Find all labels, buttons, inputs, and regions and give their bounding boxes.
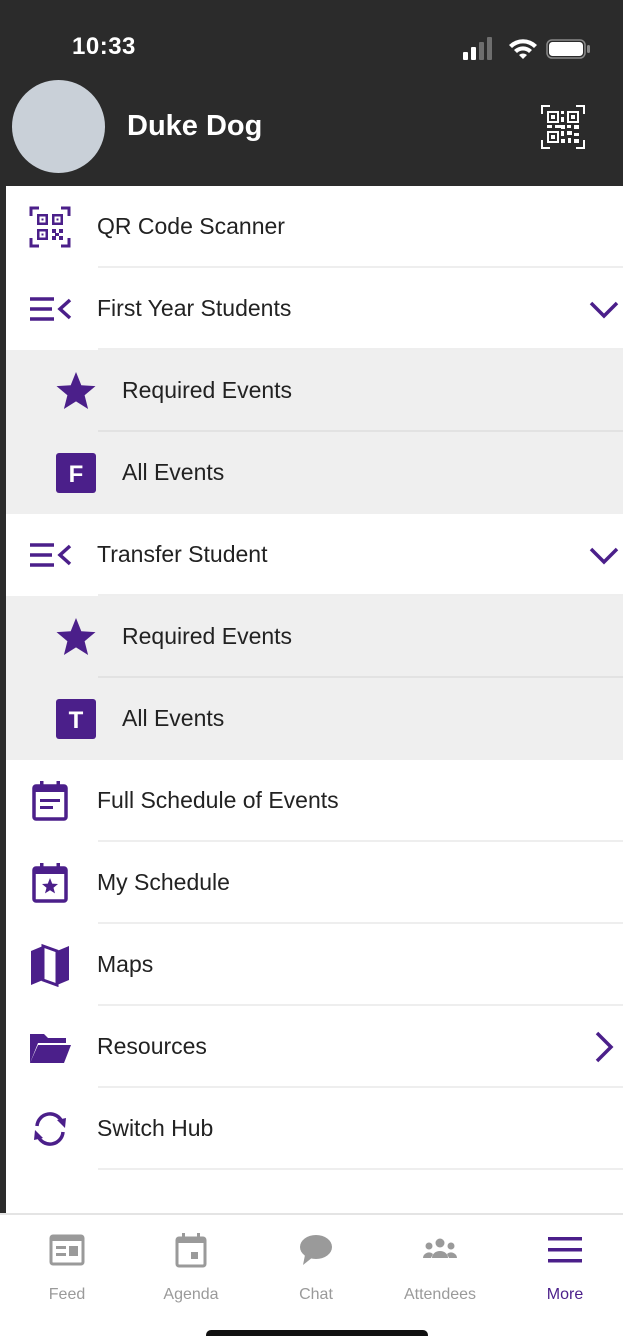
wifi-icon [509,39,537,59]
submenu-item-first-year-all[interactable]: F All Events [6,432,623,514]
chevron-right-icon[interactable] [587,1030,621,1064]
avatar[interactable] [12,80,105,173]
tab-label: Attendees [403,1286,477,1303]
submenu-item-transfer-required[interactable]: Required Events [6,596,623,678]
menu-group-transfer[interactable]: Transfer Student [6,514,623,596]
divider [98,1168,623,1170]
tab-label: Feed [48,1286,86,1303]
user-name: Duke Dog [127,110,263,142]
star-icon [52,367,100,415]
qr-scanner-icon [26,203,74,251]
collapse-menu-icon [26,531,74,579]
tab-more[interactable]: More [510,1225,620,1305]
badge-letter: F [69,461,84,488]
tab-label: Agenda [163,1286,219,1303]
tab-chat[interactable]: Chat [261,1225,371,1305]
app-screen: 10:33 Duke Dog QR Code Scanner First Yea… [0,0,623,1336]
letter-badge-icon: T [52,695,100,743]
tab-label: More [546,1286,584,1303]
cellular-signal-icon [463,37,492,60]
menu-group-first-year[interactable]: First Year Students [6,268,623,350]
profile-header: 10:33 Duke Dog [0,0,623,186]
newspaper-icon [49,1234,85,1266]
submenu-item-label: All Events [122,458,225,485]
people-icon [423,1238,457,1258]
qr-code-icon[interactable] [540,104,586,150]
menu-item-switch-hub[interactable]: Switch Hub [6,1088,623,1170]
submenu-item-transfer-all[interactable]: T All Events [6,678,623,760]
tab-agenda[interactable]: Agenda [136,1225,246,1305]
more-menu: QR Code Scanner First Year Students Requ… [6,186,623,1170]
tab-attendees[interactable]: Attendees [385,1225,495,1305]
collapse-menu-icon [26,285,74,333]
submenu-item-first-year-required[interactable]: Required Events [6,350,623,432]
folder-icon [26,1023,74,1071]
letter-badge-icon: F [52,449,100,497]
submenu-item-label: Required Events [122,376,293,403]
menu-item-label: First Year Students [97,294,292,321]
chevron-down-icon[interactable] [587,538,621,572]
status-icons [463,37,590,60]
map-icon [26,941,74,989]
menu-item-label: QR Code Scanner [97,212,285,239]
menu-item-full-schedule[interactable]: Full Schedule of Events [6,760,623,842]
tab-feed[interactable]: Feed [12,1225,122,1305]
chevron-down-icon[interactable] [587,292,621,326]
menu-item-my-schedule[interactable]: My Schedule [6,842,623,924]
battery-icon [546,39,590,59]
home-indicator[interactable] [206,1330,428,1336]
calendar-icon [175,1233,207,1268]
menu-item-label: Transfer Student [97,540,268,567]
calendar-star-icon [26,859,74,907]
status-time: 10:33 [72,33,136,60]
submenu-item-label: All Events [122,704,225,731]
calendar-list-icon [26,777,74,825]
menu-item-label: Full Schedule of Events [97,786,339,813]
menu-item-label: Switch Hub [97,1114,214,1141]
bottom-tab-bar: Feed Agenda Chat Attendees More [0,1213,623,1336]
submenu-item-label: Required Events [122,622,293,649]
chat-bubble-icon [300,1235,332,1265]
menu-item-label: Maps [97,950,154,977]
menu-item-qr-scanner[interactable]: QR Code Scanner [6,186,623,268]
badge-letter: T [69,707,84,734]
menu-item-maps[interactable]: Maps [6,924,623,1006]
star-icon [52,613,100,661]
menu-item-label: Resources [97,1032,207,1059]
tab-label: Chat [299,1286,333,1303]
hamburger-menu-icon [548,1237,582,1263]
switch-arrows-icon [26,1105,74,1153]
menu-item-resources[interactable]: Resources [6,1006,623,1088]
menu-item-label: My Schedule [97,868,230,895]
